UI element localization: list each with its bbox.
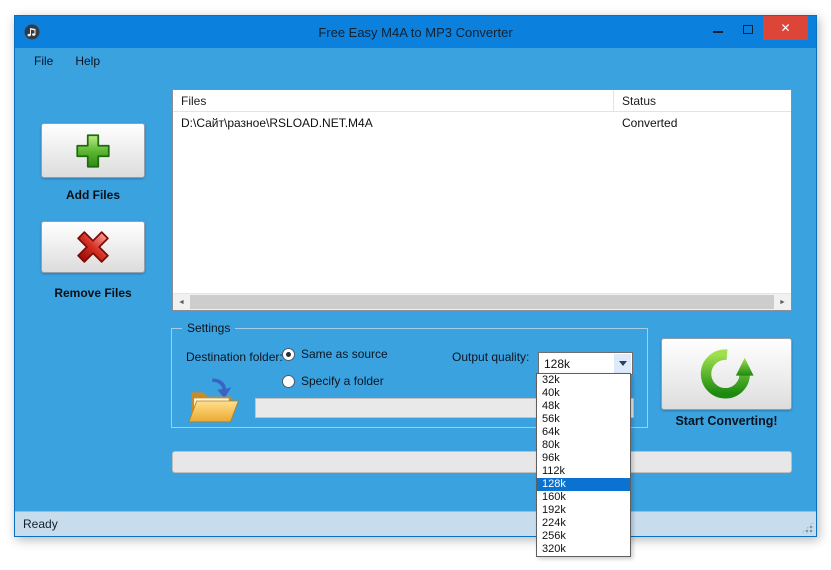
- radio-specify-folder-label: Specify a folder: [301, 374, 384, 388]
- menu-file[interactable]: File: [23, 49, 64, 73]
- add-files-label: Add Files: [65, 188, 120, 202]
- file-list: Files Status D:\Сайт\разное\RSLOAD.NET.M…: [172, 89, 792, 311]
- close-button[interactable]: ✕: [763, 16, 808, 40]
- status-bar: Ready: [15, 511, 816, 536]
- dropdown-option[interactable]: 64k: [537, 426, 630, 439]
- app-window: Free Easy M4A to MP3 Converter ✕ File He…: [14, 15, 817, 537]
- menu-help[interactable]: Help: [64, 49, 111, 73]
- title-bar: Free Easy M4A to MP3 Converter ✕: [15, 16, 816, 48]
- dropdown-option[interactable]: 96k: [537, 452, 630, 465]
- start-converting-button[interactable]: [661, 338, 792, 410]
- dropdown-option[interactable]: 160k: [537, 491, 630, 504]
- window-title: Free Easy M4A to MP3 Converter: [318, 24, 513, 40]
- remove-files-label: Remove Files: [54, 286, 132, 300]
- remove-files-button[interactable]: [41, 221, 145, 273]
- output-quality-select[interactable]: 128k: [538, 352, 633, 375]
- maximize-button[interactable]: [733, 16, 763, 40]
- dropdown-option[interactable]: 112k: [537, 465, 630, 478]
- scrollbar-thumb[interactable]: [190, 295, 774, 309]
- dropdown-option[interactable]: 80k: [537, 439, 630, 452]
- file-row[interactable]: D:\Сайт\разное\RSLOAD.NET.M4A Converted: [173, 112, 791, 133]
- convert-arrow-icon: [700, 349, 754, 399]
- chevron-down-icon[interactable]: [614, 354, 631, 373]
- file-path-cell: D:\Сайт\разное\RSLOAD.NET.M4A: [181, 115, 373, 130]
- status-text: Ready: [23, 517, 58, 531]
- radio-same-as-source[interactable]: Same as source: [282, 347, 388, 361]
- radio-unselected-icon: [282, 374, 295, 388]
- quality-dropdown-list: 32k 40k 48k 56k 64k 80k 96k 112k 128k 16…: [536, 373, 631, 557]
- dropdown-option[interactable]: 32k: [537, 374, 630, 387]
- scroll-left-icon[interactable]: ◄: [173, 294, 190, 310]
- settings-group-label: Settings: [182, 321, 236, 335]
- menu-bar: File Help: [15, 48, 816, 74]
- dropdown-option[interactable]: 192k: [537, 504, 630, 517]
- column-header-files[interactable]: Files: [173, 90, 614, 111]
- dropdown-option[interactable]: 224k: [537, 517, 630, 530]
- file-status-cell: Converted: [622, 115, 678, 130]
- dropdown-option[interactable]: 48k: [537, 400, 630, 413]
- remove-cross-icon: [77, 231, 109, 263]
- app-icon: [24, 24, 40, 40]
- horizontal-scrollbar[interactable]: ◄ ►: [173, 293, 791, 310]
- file-list-header: Files Status: [173, 90, 791, 112]
- destination-folder-label: Destination folder:: [186, 350, 283, 364]
- resize-grip[interactable]: [801, 521, 814, 534]
- window-controls: ✕: [703, 16, 808, 40]
- minimize-icon: [713, 31, 723, 33]
- column-header-status[interactable]: Status: [614, 90, 791, 111]
- progress-bar: [172, 451, 792, 473]
- dropdown-option-selected[interactable]: 128k: [537, 478, 630, 491]
- add-files-button[interactable]: [41, 123, 145, 178]
- plus-icon: [76, 133, 110, 168]
- dropdown-option[interactable]: 40k: [537, 387, 630, 400]
- minimize-button[interactable]: [703, 16, 733, 40]
- output-quality-value: 128k: [544, 356, 571, 371]
- close-icon: ✕: [780, 21, 791, 35]
- scroll-right-icon[interactable]: ►: [774, 294, 791, 310]
- dropdown-option[interactable]: 56k: [537, 413, 630, 426]
- radio-selected-icon: [282, 347, 295, 361]
- start-converting-label: Start Converting!: [675, 414, 778, 428]
- radio-same-as-source-label: Same as source: [301, 347, 388, 361]
- folder-icon: [186, 375, 242, 432]
- dropdown-option[interactable]: 320k: [537, 543, 630, 556]
- maximize-icon: [743, 24, 753, 34]
- output-quality-label: Output quality:: [452, 350, 530, 364]
- dropdown-option[interactable]: 256k: [537, 530, 630, 543]
- radio-specify-folder[interactable]: Specify a folder: [282, 374, 384, 388]
